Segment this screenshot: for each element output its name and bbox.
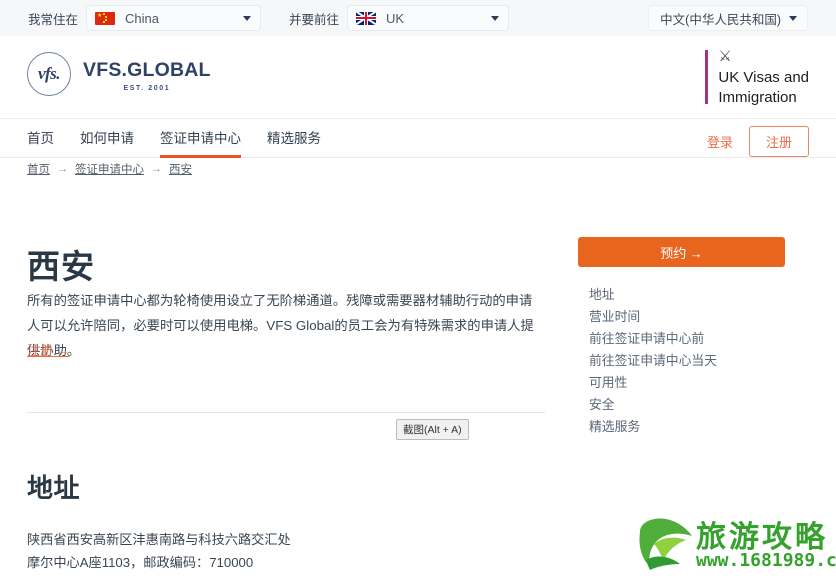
nav-item-premium-services[interactable]: 精选服务 bbox=[267, 119, 321, 158]
register-inline-link[interactable]: 注册 → bbox=[27, 340, 70, 359]
address-line-1: 陕西省西安高新区沣惠南路与科技六路交汇处 bbox=[27, 532, 291, 547]
sidebar-item-premium-services[interactable]: 精选服务 bbox=[589, 416, 789, 438]
logo-wordmark: VFS.GLOBAL EST. 2001 bbox=[83, 57, 211, 92]
nav-item-home[interactable]: 首页 bbox=[27, 119, 54, 158]
top-bar: 我常住在 ★ China 并要前往 UK 中文(中华人民共和国) bbox=[0, 0, 836, 36]
address-heading: 地址 bbox=[27, 473, 81, 503]
chevron-down-icon bbox=[243, 16, 252, 21]
breadcrumb: 首页 → 签证申请中心 → 西安 bbox=[27, 161, 192, 177]
sidebar-item-security[interactable]: 安全 bbox=[589, 394, 789, 416]
destination-country-value: UK bbox=[386, 10, 405, 26]
breadcrumb-separator-icon: → bbox=[57, 163, 68, 175]
sidebar-item-opening-hours[interactable]: 营业时间 bbox=[589, 306, 789, 328]
login-link[interactable]: 登录 bbox=[707, 132, 733, 151]
nav-account-actions: 登录 注册 bbox=[707, 126, 809, 157]
section-divider bbox=[27, 412, 545, 413]
brand-divider-bar bbox=[705, 50, 709, 104]
page-root: 我常住在 ★ China 并要前往 UK 中文(中华人民共和国) vfs. VF… bbox=[0, 0, 836, 580]
sidebar-item-address[interactable]: 地址 bbox=[589, 284, 789, 306]
register-button[interactable]: 注册 bbox=[748, 126, 809, 157]
logo-name: VFS.GLOBAL bbox=[83, 58, 211, 81]
site-header: vfs. VFS.GLOBAL EST. 2001 ⚔ UK Visas and… bbox=[0, 36, 836, 119]
main-nav: 首页 如何申请 签证申请中心 精选服务 登录 注册 bbox=[0, 119, 836, 158]
address-line-2: 摩尔中心A座1103，邮政编码：710000 bbox=[27, 555, 254, 570]
watermark-url: www.1681989.cn bbox=[696, 550, 836, 571]
sidebar-item-accessibility[interactable]: 可用性 bbox=[589, 372, 789, 394]
vfs-global-logo[interactable]: vfs. VFS.GLOBAL EST. 2001 bbox=[27, 52, 211, 96]
page-title: 西安 bbox=[27, 248, 95, 285]
watermark: 旅游攻略 www.1681989.cn bbox=[634, 508, 836, 576]
book-appointment-button[interactable]: 预约 → bbox=[578, 237, 785, 267]
sidebar-links: 地址 营业时间 前往签证申请中心前 前往签证申请中心当天 可用性 安全 精选服务 bbox=[589, 284, 789, 438]
breadcrumb-separator-icon: → bbox=[151, 163, 162, 175]
breadcrumb-item-home[interactable]: 首页 bbox=[27, 161, 50, 177]
residence-country-value: China bbox=[125, 10, 159, 26]
leaf-logo-icon bbox=[639, 518, 692, 570]
cn-flag-icon: ★ bbox=[95, 11, 116, 25]
sidebar-item-before-your-visit[interactable]: 前往签证申请中心前 bbox=[589, 328, 789, 350]
nav-items: 首页 如何申请 签证申请中心 精选服务 bbox=[27, 119, 347, 158]
screenshot-tooltip: 截图(Alt + A) bbox=[396, 419, 469, 440]
address-body: 陕西省西安高新区沣惠南路与科技六路交汇处 摩尔中心A座1103，邮政编码：710… bbox=[27, 528, 447, 574]
breadcrumb-item-visa-application-centre[interactable]: 签证申请中心 bbox=[75, 161, 144, 177]
residence-label: 我常住在 bbox=[28, 12, 79, 27]
chevron-down-icon bbox=[491, 16, 500, 21]
page-description: 所有的签证申请中心都为轮椅使用设立了无阶梯通道。残障或需要器材辅助行动的申请人可… bbox=[27, 293, 534, 358]
chevron-down-icon bbox=[789, 16, 797, 21]
brand-line-2: Immigration bbox=[718, 89, 797, 106]
logo-established: EST. 2001 bbox=[123, 84, 171, 92]
brand-text: UK Visas and Immigration bbox=[718, 50, 809, 108]
brand-line-1: UK Visas and bbox=[718, 69, 809, 86]
destination-label: 并要前往 bbox=[289, 12, 340, 27]
nav-item-how-to-apply[interactable]: 如何申请 bbox=[80, 119, 134, 158]
uk-visas-immigration-branding: ⚔ UK Visas and Immigration bbox=[705, 48, 809, 108]
language-value: 中文(中华人民共和国) bbox=[660, 12, 781, 27]
destination-country-select[interactable]: UK bbox=[347, 5, 510, 31]
nav-item-visa-application-centre[interactable]: 签证申请中心 bbox=[160, 119, 241, 158]
sidebar-item-on-the-day[interactable]: 前往签证申请中心当天 bbox=[589, 350, 789, 372]
crown-crest-icon: ⚔ bbox=[718, 48, 732, 65]
uk-flag-icon bbox=[356, 11, 377, 25]
residence-country-select[interactable]: ★ China bbox=[86, 5, 262, 31]
breadcrumb-item-xian[interactable]: 西安 bbox=[169, 161, 192, 177]
vfs-logo-mark-icon: vfs. bbox=[27, 52, 71, 96]
language-select[interactable]: 中文(中华人民共和国) bbox=[648, 5, 808, 31]
